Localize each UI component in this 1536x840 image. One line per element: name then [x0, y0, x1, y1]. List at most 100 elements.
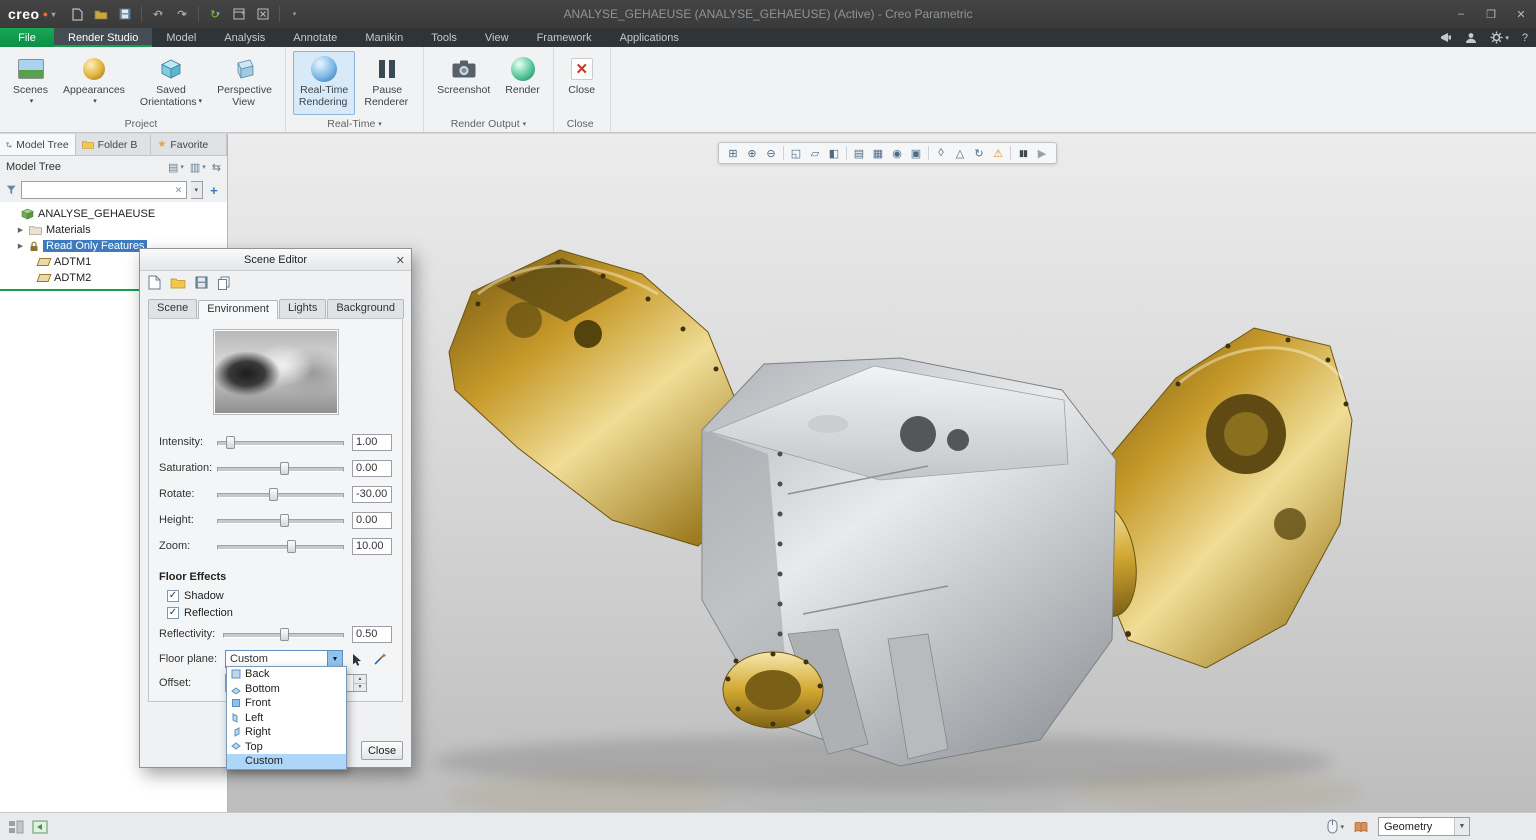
option-right[interactable]: Right — [227, 725, 346, 740]
realtime-rendering-button[interactable]: Real-TimeRendering — [293, 51, 355, 115]
appearances-button[interactable]: Appearances▾ — [57, 51, 131, 115]
search-options-dropdown[interactable]: ▾ — [191, 181, 203, 199]
option-custom[interactable]: Custom — [227, 754, 346, 769]
display-style-icon[interactable]: ◧ — [825, 144, 843, 162]
height-value[interactable]: 0.00 — [352, 512, 392, 529]
tree-search-input[interactable] — [22, 183, 172, 197]
refit-icon[interactable]: ◱ — [787, 144, 805, 162]
settings-gear-icon[interactable]: ▾ — [1490, 31, 1509, 44]
offset-spinner[interactable]: ▲▼ — [353, 675, 366, 691]
saturation-value[interactable]: 0.00 — [352, 460, 392, 477]
datum-display-icon[interactable]: ◊ — [932, 144, 950, 162]
slider-thumb[interactable] — [269, 488, 278, 501]
intensity-slider[interactable] — [217, 435, 344, 450]
customize-qat-button[interactable]: ▾ — [285, 3, 307, 25]
tab-background[interactable]: Background — [327, 299, 404, 318]
help-icon[interactable]: ? — [1522, 32, 1528, 44]
saturation-slider[interactable] — [217, 461, 344, 476]
slider-thumb[interactable] — [280, 514, 289, 527]
spin-down-icon[interactable]: ▼ — [354, 683, 366, 692]
tab-applications[interactable]: Applications — [606, 28, 693, 47]
tab-render-studio[interactable]: Render Studio — [54, 28, 152, 47]
mouse-hints-icon[interactable]: ▾ — [1327, 819, 1344, 834]
group-label-realtime[interactable]: Real-Time▾ — [286, 115, 423, 132]
perspective-view-button[interactable]: PerspectiveView — [211, 51, 278, 115]
close-button[interactable]: ✕ — [1506, 0, 1536, 28]
selection-filter-combobox[interactable]: Geometry ▼ — [1378, 817, 1470, 836]
zoom-in-icon[interactable]: ⊕ — [743, 144, 761, 162]
render-region-icon[interactable]: ▣ — [907, 144, 925, 162]
option-left[interactable]: Left — [227, 711, 346, 726]
tab-file[interactable]: File — [0, 28, 54, 47]
saved-orientations-button[interactable]: SavedOrientations▾ — [134, 51, 208, 115]
tab-favorites[interactable]: ★ Favorite — [151, 134, 227, 155]
option-front[interactable]: Front — [227, 696, 346, 711]
tab-view[interactable]: View — [471, 28, 523, 47]
scene-editor-title-bar[interactable]: Scene Editor ✕ — [140, 249, 411, 271]
tab-manikin[interactable]: Manikin — [351, 28, 417, 47]
redo-button[interactable]: ↷▾ — [171, 3, 193, 25]
tab-annotate[interactable]: Annotate — [279, 28, 351, 47]
graphics-viewport[interactable]: ⊞ ⊕ ⊖ ◱ ▱ ◧ ▤ ▦ ◉ ▣ ◊ △ ↻ ⚠ ▮▮ ▶ — [228, 134, 1536, 812]
select-plane-pointer-icon[interactable] — [347, 650, 366, 669]
saved-views-icon[interactable]: ▤ — [850, 144, 868, 162]
scene-editor-close-icon[interactable]: ✕ — [396, 249, 405, 271]
minimize-button[interactable]: – — [1446, 0, 1476, 28]
screenshot-button[interactable]: Screenshot — [431, 51, 496, 115]
render-button[interactable]: Render — [499, 51, 545, 115]
tab-scene[interactable]: Scene — [148, 299, 197, 318]
spin-up-icon[interactable]: ▲ — [354, 675, 366, 683]
save-button[interactable] — [114, 3, 136, 25]
close-window-button[interactable] — [252, 3, 274, 25]
maximize-button[interactable]: ❒ — [1476, 0, 1506, 28]
open-scene-icon[interactable] — [170, 277, 186, 292]
height-slider[interactable] — [217, 513, 344, 528]
scenes-button[interactable]: Scenes▾ — [7, 51, 54, 115]
tree-row-materials[interactable]: ▶ Materials — [0, 222, 227, 238]
tab-model-tree[interactable]: Model Tree — [0, 134, 76, 155]
option-top[interactable]: Top — [227, 740, 346, 755]
spin-center-icon[interactable]: ↻ — [970, 144, 988, 162]
warning-icon[interactable]: ⚠ — [989, 144, 1007, 162]
reflectivity-slider[interactable] — [223, 627, 344, 642]
regenerate-button[interactable]: ↻▾ — [204, 3, 226, 25]
resume-rendering-icon[interactable]: ▶ — [1033, 144, 1051, 162]
tree-row-assembly[interactable]: ANALYSE_GEHAEUSE — [0, 206, 227, 222]
slider-thumb[interactable] — [287, 540, 296, 553]
account-icon[interactable] — [1465, 32, 1477, 44]
pause-rendering-icon[interactable]: ▮▮ — [1014, 144, 1032, 162]
open-file-button[interactable] — [90, 3, 112, 25]
tab-tools[interactable]: Tools — [417, 28, 471, 47]
slider-thumb[interactable] — [280, 628, 289, 641]
add-filter-button[interactable]: + — [207, 182, 221, 198]
rotate-value[interactable]: -30.00 — [352, 486, 392, 503]
tab-framework[interactable]: Framework — [523, 28, 606, 47]
announcements-icon[interactable] — [1440, 32, 1452, 43]
view-manager-icon[interactable]: ▦ — [869, 144, 887, 162]
copy-scene-icon[interactable] — [217, 276, 231, 293]
tree-display-dropdown[interactable]: ▤▾ — [168, 161, 184, 174]
slider-thumb[interactable] — [280, 462, 289, 475]
tab-environment[interactable]: Environment — [198, 300, 278, 319]
annotation-display-icon[interactable]: △ — [951, 144, 969, 162]
tab-analysis[interactable]: Analysis — [210, 28, 279, 47]
option-bottom[interactable]: Bottom — [227, 682, 346, 697]
learning-connector-icon[interactable] — [1354, 821, 1368, 833]
slider-thumb[interactable] — [226, 436, 235, 449]
group-label-render-output[interactable]: Render Output▾ — [424, 115, 553, 132]
flip-normal-icon[interactable] — [370, 650, 389, 669]
pause-renderer-button[interactable]: PauseRenderer — [358, 51, 416, 115]
zoom-window-icon[interactable]: ⊞ — [724, 144, 742, 162]
creo-logo[interactable]: creo●▾ — [0, 6, 66, 22]
zoom-value[interactable]: 10.00 — [352, 538, 392, 555]
new-file-button[interactable] — [66, 3, 88, 25]
panel-switch-icon[interactable]: ⇆ — [212, 161, 221, 174]
shadow-checkbox[interactable]: ✓ — [167, 590, 179, 602]
navigator-toggle-icon[interactable] — [8, 820, 24, 834]
rotate-slider[interactable] — [217, 487, 344, 502]
new-scene-icon[interactable] — [148, 275, 161, 293]
close-render-studio-button[interactable]: ✕ Close — [561, 51, 603, 115]
appearance-gallery-icon[interactable]: ◉ — [888, 144, 906, 162]
tab-lights[interactable]: Lights — [279, 299, 326, 318]
reflection-checkbox[interactable]: ✓ — [167, 607, 179, 619]
